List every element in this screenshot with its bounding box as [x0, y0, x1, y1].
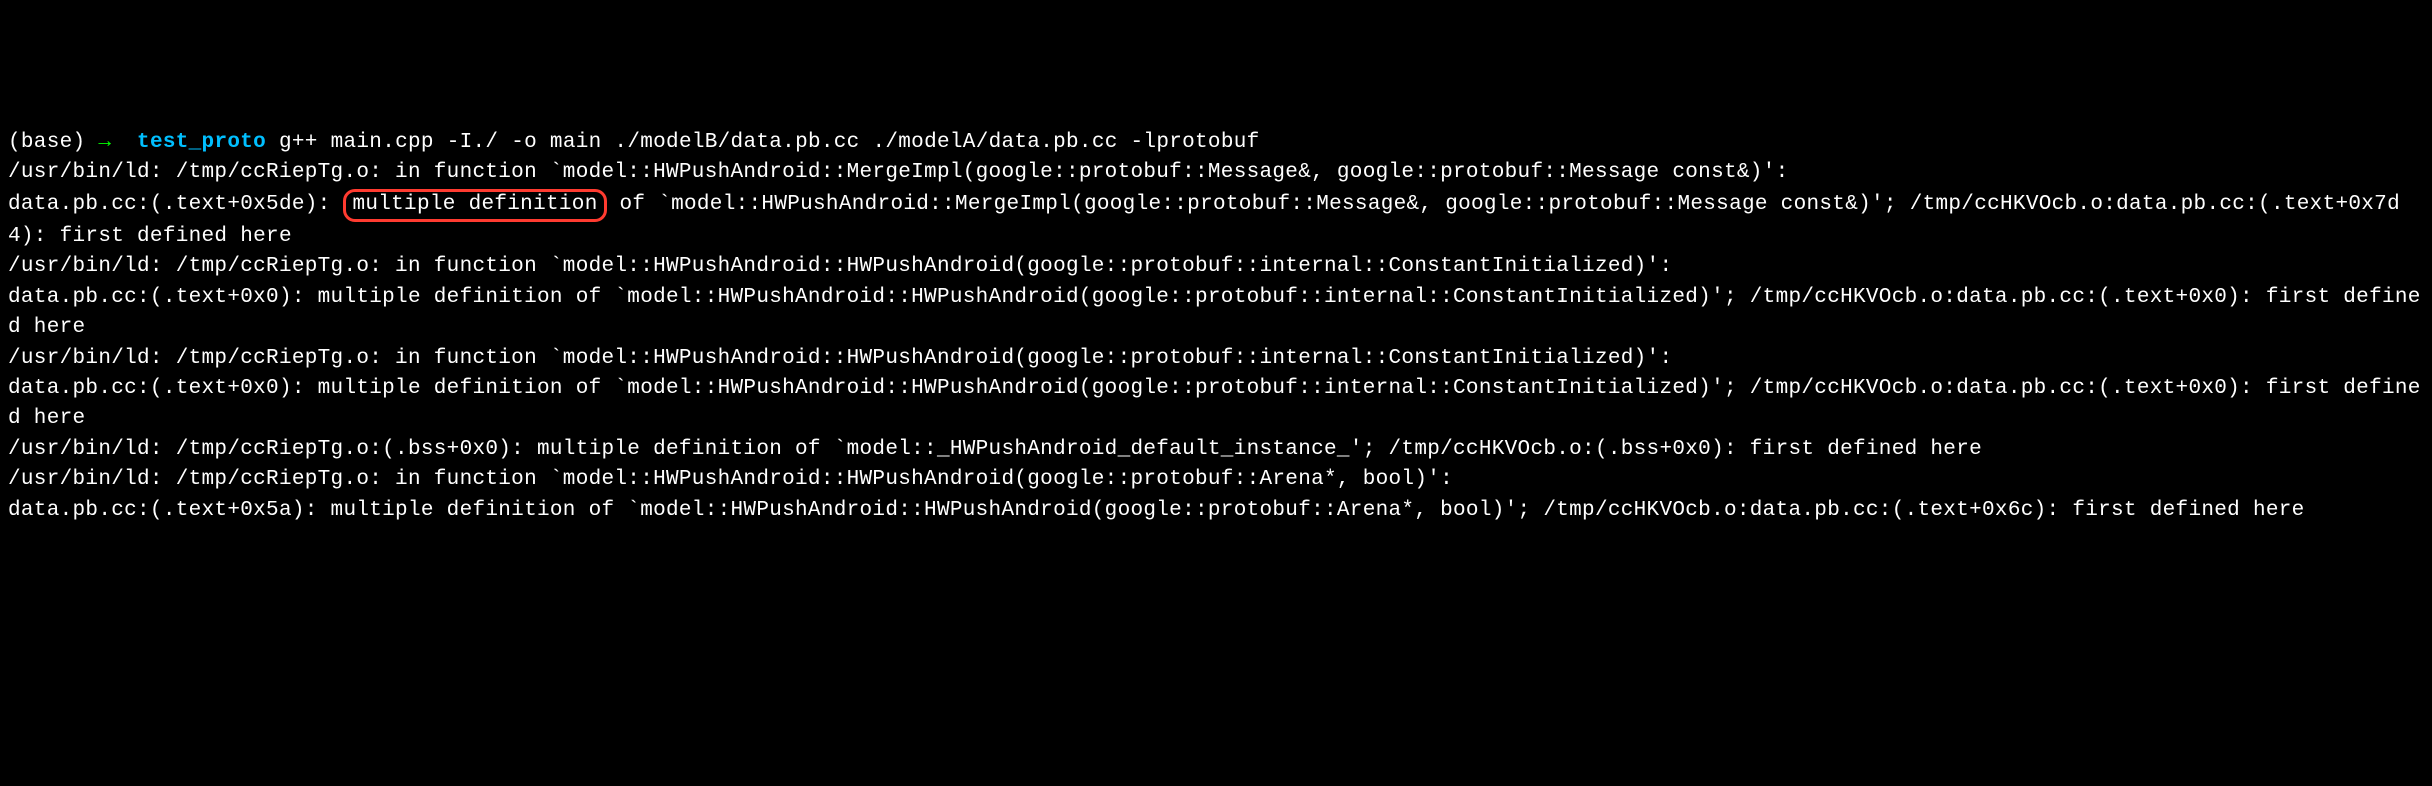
ld-error-line: /usr/bin/ld: /tmp/ccRiepTg.o: in functio…	[8, 255, 1672, 278]
ld-error-line: /usr/bin/ld: /tmp/ccRiepTg.o:(.bss+0x0):…	[8, 438, 1982, 461]
prompt-line: (base) → test_proto g++ main.cpp -I./ -o…	[8, 131, 1260, 154]
prompt-env: (base)	[8, 131, 85, 154]
ld-error-line: /usr/bin/ld: /tmp/ccRiepTg.o: in functio…	[8, 347, 1672, 370]
error-prefix: data.pb.cc:(.text+0x5de):	[8, 193, 343, 216]
ld-error-line: data.pb.cc:(.text+0x5de): multiple defin…	[8, 193, 2400, 248]
prompt-cwd: test_proto	[137, 131, 266, 154]
ld-error-line: data.pb.cc:(.text+0x5a): multiple defini…	[8, 499, 2305, 522]
ld-error-line: data.pb.cc:(.text+0x0): multiple definit…	[8, 377, 2421, 430]
ld-error-line: /usr/bin/ld: /tmp/ccRiepTg.o: in functio…	[8, 468, 1453, 491]
highlight-annotation: multiple definition	[343, 189, 606, 222]
command-text: g++ main.cpp -I./ -o main ./modelB/data.…	[279, 131, 1260, 154]
ld-error-line: /usr/bin/ld: /tmp/ccRiepTg.o: in functio…	[8, 161, 1788, 184]
ld-error-line: data.pb.cc:(.text+0x0): multiple definit…	[8, 286, 2421, 339]
prompt-arrow-icon: →	[98, 131, 111, 154]
terminal-output[interactable]: (base) → test_proto g++ main.cpp -I./ -o…	[8, 128, 2424, 526]
